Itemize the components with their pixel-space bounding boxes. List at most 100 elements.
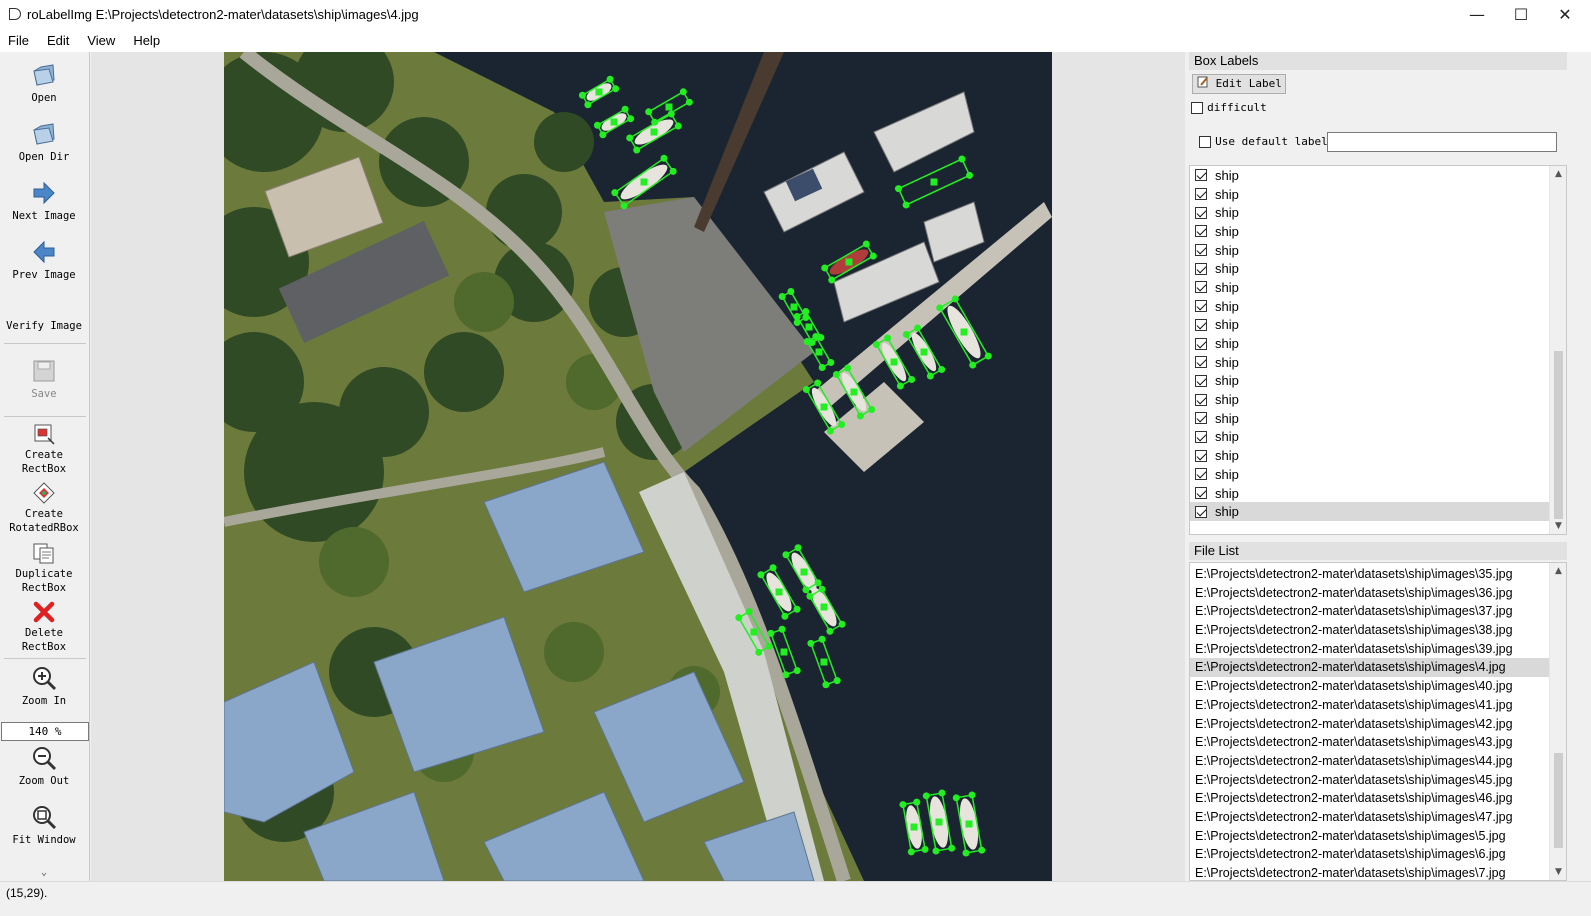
file-item[interactable]: E:\Projects\detectron2-mater\datasets\sh… [1190,658,1566,678]
annotation-center-handle[interactable] [820,603,828,611]
annotation-vertex-handle[interactable] [814,579,822,587]
label-visible-checkbox[interactable] [1195,374,1207,387]
annotation-vertex-handle[interactable] [862,240,870,248]
annotation-vertex-handle[interactable] [626,134,634,142]
label-visible-checkbox[interactable] [1195,318,1207,331]
annotation-vertex-handle[interactable] [827,358,835,366]
annotation-center-handle[interactable] [910,823,918,831]
annotation-vertex-handle[interactable] [938,789,946,797]
annotation-center-handle[interactable] [850,388,858,396]
verify-image-button[interactable]: Verify Image [0,319,88,333]
annotation-vertex-handle[interactable] [868,406,876,414]
annotation-vertex-handle[interactable] [606,75,614,83]
label-visible-checkbox[interactable] [1195,206,1207,219]
create-rotated-rbox-button[interactable]: Create RotatedRBox [0,482,88,535]
annotation-vertex-handle[interactable] [899,801,907,809]
annotation-vertex-handle[interactable] [814,379,822,387]
label-item[interactable]: ship [1190,409,1566,428]
annotation-vertex-handle[interactable] [938,366,946,374]
file-item[interactable]: E:\Projects\detectron2-mater\datasets\sh… [1190,733,1566,752]
annotation-vertex-handle[interactable] [611,189,619,197]
file-list-scrollbar[interactable]: ▲ ▼ [1549,563,1566,880]
toolbar-more-icon[interactable]: ⌄ [0,866,88,880]
annotation-vertex-handle[interactable] [578,91,586,99]
annotation-center-handle[interactable] [930,178,938,186]
annotation-center-handle[interactable] [610,118,618,126]
annotation-vertex-handle[interactable] [822,681,830,689]
annotation-vertex-handle[interactable] [952,794,960,802]
use-default-label-row[interactable]: Use default label [1199,134,1328,149]
annotation-vertex-handle[interactable] [872,340,880,348]
annotation-center-handle[interactable] [820,658,828,666]
file-item[interactable]: E:\Projects\detectron2-mater\datasets\sh… [1190,621,1566,640]
annotation-center-handle[interactable] [790,303,798,311]
label-item[interactable]: ship [1190,502,1566,522]
annotation-vertex-handle[interactable] [757,571,765,579]
file-item[interactable]: E:\Projects\detectron2-mater\datasets\sh… [1190,827,1566,846]
annotation-center-handle[interactable] [800,568,808,576]
annotation-vertex-handle[interactable] [803,338,811,346]
annotation-vertex-handle[interactable] [978,846,986,854]
label-visible-checkbox[interactable] [1195,468,1207,481]
annotation-vertex-handle[interactable] [951,295,959,303]
default-label-input[interactable] [1327,132,1557,152]
label-list-scrollbar[interactable]: ▲ ▼ [1549,166,1566,534]
next-image-button[interactable]: Next Image [0,180,88,223]
aerial-image[interactable] [224,52,1052,881]
label-visible-checkbox[interactable] [1195,281,1207,294]
menu-file[interactable]: File [8,33,29,48]
scroll-down-icon[interactable]: ▼ [1550,864,1566,880]
annotation-vertex-handle[interactable] [599,131,607,139]
annotation-vertex-handle[interactable] [908,376,916,384]
file-item[interactable]: E:\Projects\detectron2-mater\datasets\sh… [1190,752,1566,771]
difficult-row[interactable]: difficult [1191,100,1267,115]
use-default-label-checkbox[interactable] [1199,135,1211,148]
annotation-vertex-handle[interactable] [821,264,829,272]
file-item[interactable]: E:\Projects\detectron2-mater\datasets\sh… [1190,602,1566,621]
label-visible-checkbox[interactable] [1195,412,1207,425]
label-visible-checkbox[interactable] [1195,169,1207,182]
annotation-center-handle[interactable] [780,648,788,656]
scroll-thumb[interactable] [1554,351,1563,519]
annotation-vertex-handle[interactable] [896,382,904,390]
annotation-vertex-handle[interactable] [826,427,834,435]
annotation-vertex-handle[interactable] [802,385,810,393]
close-button[interactable]: ✕ [1543,0,1587,28]
annotation-vertex-handle[interactable] [794,544,802,552]
open-dir-button[interactable]: Open Dir [0,121,88,164]
annotation-vertex-handle[interactable] [651,118,659,126]
annotation-center-handle[interactable] [595,88,603,96]
image-canvas[interactable] [91,52,1185,881]
annotation-vertex-handle[interactable] [645,108,653,116]
annotation-vertex-handle[interactable] [627,115,635,123]
file-item[interactable]: E:\Projects\detectron2-mater\datasets\sh… [1190,771,1566,790]
annotation-vertex-handle[interactable] [660,154,668,162]
label-visible-checkbox[interactable] [1195,487,1207,500]
scroll-up-icon[interactable]: ▲ [1550,563,1566,579]
annotation-vertex-handle[interactable] [735,614,743,622]
label-visible-checkbox[interactable] [1195,244,1207,257]
label-item[interactable]: ship [1190,241,1566,260]
annotation-vertex-handle[interactable] [685,98,693,106]
annotation-center-handle[interactable] [965,820,973,828]
annotation-vertex-handle[interactable] [828,276,836,284]
annotation-vertex-handle[interactable] [913,798,921,806]
annotation-vertex-handle[interactable] [781,612,789,620]
annotation-vertex-handle[interactable] [669,167,677,175]
annotation-vertex-handle[interactable] [966,171,974,179]
annotation-center-handle[interactable] [960,328,968,336]
label-item[interactable]: ship [1190,390,1566,409]
annotation-vertex-handle[interactable] [926,372,934,380]
file-list[interactable]: E:\Projects\detectron2-mater\datasets\sh… [1189,562,1567,881]
annotation-vertex-handle[interactable] [833,677,841,685]
menu-view[interactable]: View [87,33,115,48]
scroll-up-icon[interactable]: ▲ [1550,166,1567,182]
label-item[interactable]: ship [1190,446,1566,465]
annotation-vertex-handle[interactable] [633,146,641,154]
annotation-vertex-handle[interactable] [802,586,810,594]
edit-label-button[interactable]: Edit Label [1192,74,1286,94]
label-item[interactable]: ship [1190,278,1566,297]
annotation-vertex-handle[interactable] [584,101,592,109]
open-button[interactable]: Open [0,62,88,105]
label-visible-checkbox[interactable] [1195,505,1207,518]
